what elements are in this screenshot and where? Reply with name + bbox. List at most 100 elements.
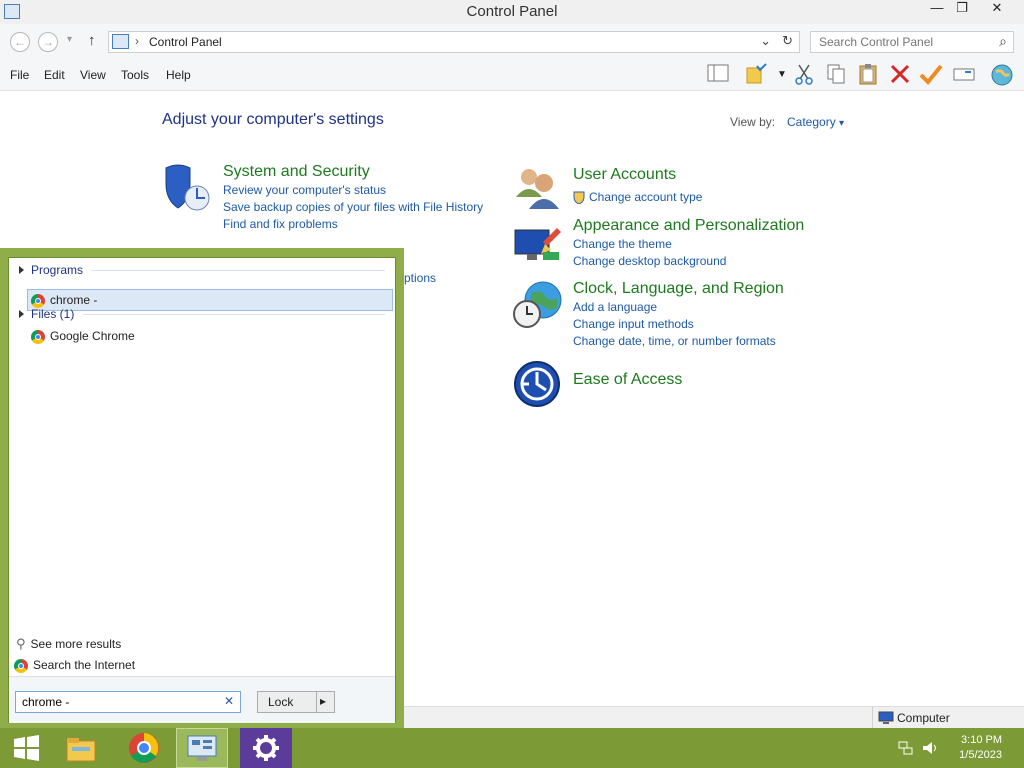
menu-tools[interactable]: Tools [121, 68, 149, 82]
view-by-dropdown[interactable]: Category ▾ [787, 115, 844, 129]
refresh-button[interactable]: ↻ [782, 33, 793, 49]
menu-view[interactable]: View [80, 68, 106, 82]
start-button[interactable] [0, 728, 52, 768]
link-file-history-backup[interactable]: Save backup copies of your files with Fi… [223, 200, 483, 214]
breadcrumb-control-panel[interactable]: Control Panel [149, 35, 222, 49]
layout-icon[interactable] [706, 63, 730, 87]
clock[interactable]: 3:10 PM 1/5/2023 [959, 733, 1002, 763]
rename-icon[interactable] [952, 63, 976, 87]
category-clock-language-region[interactable]: Clock, Language, and Region [573, 280, 784, 298]
clock-globe-icon[interactable] [513, 280, 562, 328]
group-divider [91, 270, 385, 271]
link-change-date-time-formats[interactable]: Change date, time, or number formats [573, 334, 776, 348]
lock-button[interactable]: Lock ▸ [257, 691, 335, 713]
see-more-label: See more results [30, 637, 122, 651]
up-button[interactable]: ↑ [88, 32, 96, 49]
computer-icon [878, 711, 894, 728]
chrome-icon [31, 329, 45, 344]
title-bar: Control Panel — ❐ ✕ [0, 0, 1024, 24]
group-label-files: Files (1) [31, 307, 75, 321]
status-computer-label: Computer [897, 711, 950, 725]
link-add-language[interactable]: Add a language [573, 300, 657, 314]
group-divider [83, 314, 385, 315]
group-label-programs: Programs [31, 263, 84, 277]
search-the-internet-link[interactable]: Search the Internet [14, 658, 135, 673]
menu-edit[interactable]: Edit [44, 68, 65, 82]
navigation-bar: ← → ▾ ↑ › Control Panel ⌄ ↻ ⌕ [0, 24, 1024, 60]
group-header-files[interactable]: Files (1) [19, 307, 74, 321]
search-icon: ⚲ [16, 636, 26, 651]
maximize-button[interactable]: ❐ [950, 0, 974, 22]
volume-icon[interactable] [921, 740, 937, 759]
search-result-google-chrome-file[interactable]: Google Chrome [31, 329, 135, 344]
link-change-input-methods[interactable]: Change input methods [573, 317, 694, 331]
see-more-results-link[interactable]: ⚲ See more results [16, 636, 121, 652]
start-search-box[interactable]: ✕ [15, 691, 241, 713]
start-search-input[interactable] [20, 692, 214, 712]
link-review-status[interactable]: Review your computer's status [223, 183, 386, 197]
search-icon[interactable]: ⌕ [999, 33, 1007, 50]
display-icon[interactable] [513, 222, 561, 270]
chrome-taskbar-icon[interactable] [118, 728, 170, 768]
search-result-chrome-program[interactable]: chrome - [27, 289, 393, 311]
control-panel-icon [112, 34, 129, 49]
shield-icon[interactable] [162, 162, 210, 211]
recent-locations-button[interactable]: ▾ [67, 34, 72, 45]
close-button[interactable]: ✕ [980, 0, 1014, 22]
ease-of-access-icon[interactable] [513, 360, 561, 408]
properties-icon[interactable] [919, 63, 943, 87]
address-separator[interactable]: › [135, 34, 139, 48]
delete-icon[interactable] [888, 63, 912, 87]
globe-icon[interactable] [990, 63, 1014, 87]
settings-taskbar-icon[interactable] [240, 728, 292, 768]
link-change-desktop-background[interactable]: Change desktop background [573, 254, 726, 268]
result-label: chrome - [50, 293, 98, 307]
group-header-programs[interactable]: Programs [19, 263, 83, 277]
link-partial-options[interactable]: ptions [404, 271, 436, 285]
search-control-panel-field[interactable]: ⌕ [810, 31, 1014, 53]
clock-date: 1/5/2023 [959, 749, 1002, 761]
forward-button[interactable]: → [38, 32, 58, 52]
expand-triangle-icon[interactable] [19, 266, 24, 274]
address-bar[interactable]: › Control Panel ⌄ ↻ [108, 31, 800, 53]
window-title: Control Panel [466, 3, 558, 20]
link-find-fix-problems[interactable]: Find and fix problems [223, 217, 338, 231]
copy-icon[interactable] [824, 63, 848, 87]
lock-label[interactable]: Lock [268, 695, 293, 709]
file-explorer-taskbar-icon[interactable] [55, 728, 107, 768]
result-label: Google Chrome [50, 329, 135, 343]
start-search-footer: ✕ Lock ▸ [9, 676, 395, 723]
taskbar: 3:10 PM 1/5/2023 [0, 728, 1024, 768]
view-by-value[interactable]: Category [787, 115, 836, 129]
search-internet-label: Search the Internet [33, 658, 136, 672]
link-change-account-type[interactable]: Change account type [589, 190, 702, 204]
minimize-button[interactable]: — [922, 0, 952, 22]
folder-options-icon[interactable] [744, 63, 768, 87]
category-user-accounts[interactable]: User Accounts [573, 166, 676, 184]
search-results-pane: Programs chrome - Files (1) Google Chrom… [8, 257, 396, 723]
control-panel-taskbar-icon[interactable] [176, 728, 228, 768]
link-change-theme[interactable]: Change the theme [573, 237, 672, 251]
category-system-and-security[interactable]: System and Security [223, 163, 370, 181]
expand-triangle-icon[interactable] [19, 310, 24, 318]
menu-file[interactable]: File [10, 68, 29, 82]
back-button[interactable]: ← [10, 32, 30, 52]
network-icon[interactable] [898, 741, 914, 758]
folder-options-dropdown-icon[interactable]: ▼ [770, 63, 794, 87]
chevron-down-icon[interactable]: ▾ [839, 118, 844, 129]
menu-help[interactable]: Help [166, 68, 191, 82]
page-title: Adjust your computer's settings [162, 111, 384, 128]
start-search-panel: Programs chrome - Files (1) Google Chrom… [0, 248, 404, 728]
cut-icon[interactable] [792, 63, 816, 87]
category-ease-of-access[interactable]: Ease of Access [573, 371, 682, 389]
power-options-arrow-button[interactable]: ▸ [320, 694, 326, 708]
category-appearance-personalization[interactable]: Appearance and Personalization [573, 217, 804, 235]
status-bar: Computer [404, 706, 1024, 729]
users-icon[interactable] [513, 163, 561, 211]
clock-time: 3:10 PM [961, 734, 1002, 746]
address-dropdown-button[interactable]: ⌄ [760, 33, 771, 49]
lock-divider [316, 692, 317, 712]
paste-icon[interactable] [856, 63, 880, 87]
clear-search-icon[interactable]: ✕ [224, 694, 234, 708]
search-input[interactable] [817, 32, 991, 52]
